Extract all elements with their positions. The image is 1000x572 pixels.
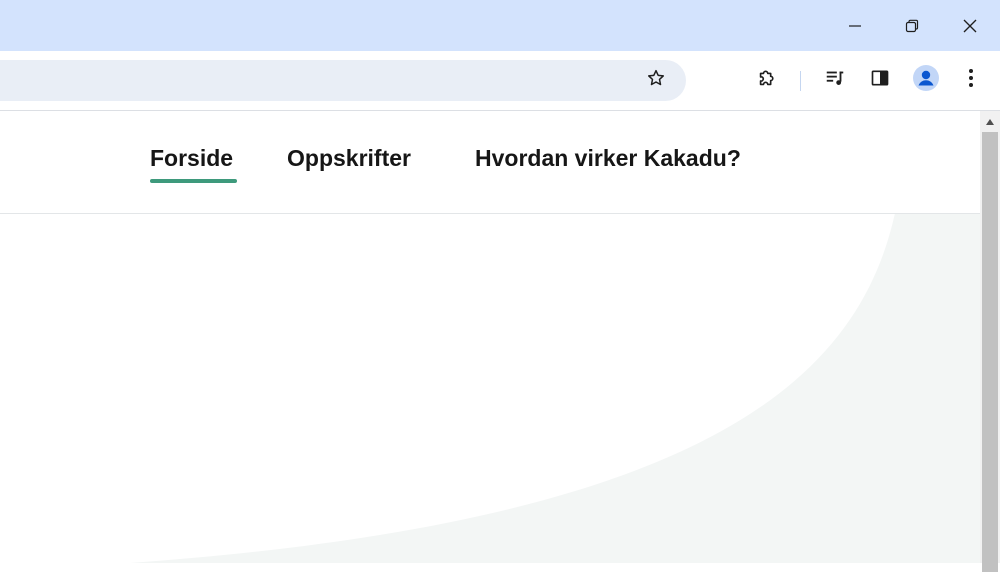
browser-menu-button[interactable] <box>954 63 988 97</box>
minimize-icon <box>848 19 862 33</box>
address-bar[interactable] <box>0 60 686 101</box>
profile-button[interactable] <box>909 63 943 97</box>
media-control-icon <box>824 67 846 94</box>
toolbar-separator <box>800 71 801 91</box>
restore-button[interactable] <box>884 0 940 51</box>
media-control-button[interactable] <box>818 63 852 97</box>
side-panel-icon <box>870 68 890 93</box>
close-window-button[interactable] <box>942 0 998 51</box>
close-icon <box>962 18 978 34</box>
vertical-scrollbar[interactable] <box>980 111 1000 572</box>
more-vertical-icon <box>968 68 974 93</box>
page-viewport: Forside Oppskrifter Hvordan virker Kakad… <box>0 111 980 563</box>
nav-link-oppskrifter[interactable]: Oppskrifter <box>287 145 411 172</box>
active-nav-indicator <box>150 179 237 183</box>
extensions-button[interactable] <box>750 63 784 97</box>
side-panel-button[interactable] <box>863 63 897 97</box>
nav-link-forside[interactable]: Forside <box>150 145 233 172</box>
profile-avatar-icon <box>912 64 940 97</box>
puzzle-icon <box>756 67 778 94</box>
star-icon <box>646 68 666 93</box>
scroll-up-button[interactable] <box>980 111 1000 131</box>
restore-icon <box>905 19 919 33</box>
nav-link-hvordan-virker-kakadu[interactable]: Hvordan virker Kakadu? <box>475 145 741 172</box>
browser-toolbar <box>0 51 1000 111</box>
scrollbar-thumb[interactable] <box>982 132 998 572</box>
window-titlebar <box>0 0 1000 51</box>
triangle-up-icon <box>986 112 994 130</box>
minimize-button[interactable] <box>827 0 883 51</box>
site-navigation: Forside Oppskrifter Hvordan virker Kakad… <box>0 111 980 214</box>
bookmark-star-button[interactable] <box>639 63 673 97</box>
